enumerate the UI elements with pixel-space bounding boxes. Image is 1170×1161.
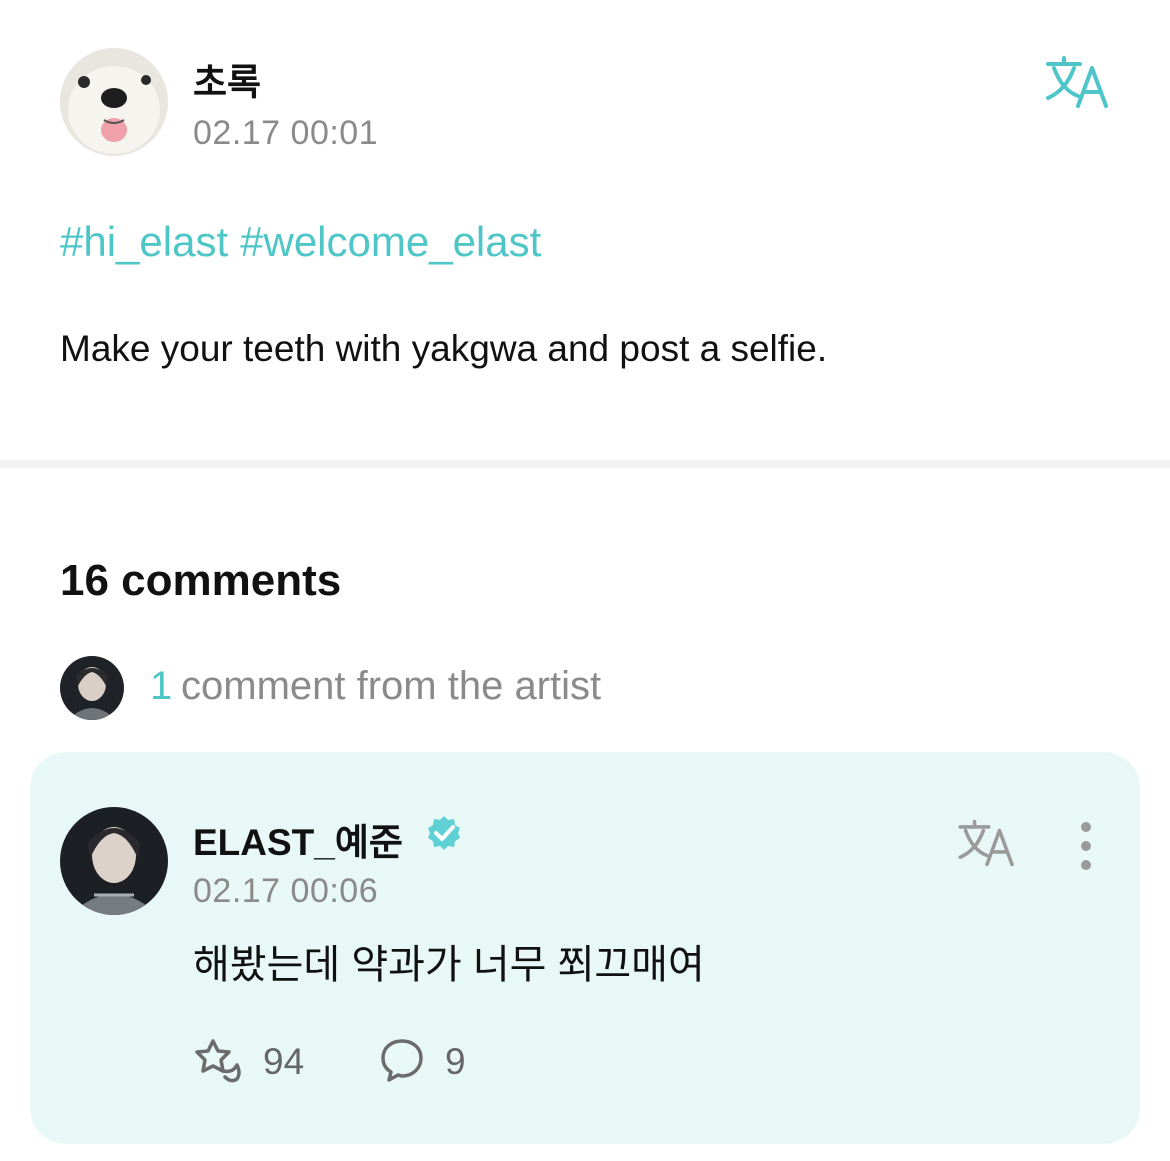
comments-count-title: 16 comments <box>60 556 342 605</box>
post-header: 초록 02.17 00:01 <box>60 48 1120 158</box>
cheer-icon <box>193 1037 245 1088</box>
artist-comment-count: 1 <box>150 664 173 708</box>
section-divider <box>0 460 1170 468</box>
artist-comment-label: comment from the artist <box>181 664 602 708</box>
hashtag-link[interactable]: #welcome_elast <box>240 218 541 265</box>
comment-translate-icon[interactable] <box>956 818 1018 868</box>
comment-text: 해봤는데 약과가 너무 쬐끄매여 <box>193 943 705 987</box>
more-vertical-icon[interactable] <box>1070 820 1100 872</box>
translate-icon[interactable] <box>1044 54 1112 110</box>
hashtag-link[interactable]: #hi_elast <box>60 218 228 265</box>
commenter-avatar[interactable] <box>60 807 168 915</box>
author-avatar[interactable] <box>60 48 168 156</box>
artist-comment-card: ELAST_예준 02.17 00:06 해봤는데 약과가 너무 쬐끄매여 94… <box>30 752 1140 1144</box>
commenter-name[interactable]: ELAST_예준 <box>193 812 403 866</box>
post-hashtags: #hi_elast #welcome_elast <box>60 218 553 266</box>
verified-badge-icon <box>425 814 463 857</box>
comment-timestamp: 02.17 00:06 <box>193 872 379 910</box>
post-body: Make your teeth with yakgwa and post a s… <box>60 328 828 369</box>
cheer-button[interactable]: 94 <box>193 1035 313 1085</box>
speech-bubble-icon <box>379 1037 425 1088</box>
post-author-name[interactable]: 초록 <box>193 52 261 106</box>
reply-count: 9 <box>445 1041 466 1082</box>
reply-button[interactable]: 9 <box>379 1035 479 1085</box>
artist-comments-link[interactable]: 1 comment from the artist <box>60 656 860 720</box>
cheer-count: 94 <box>263 1041 305 1082</box>
post-timestamp: 02.17 00:01 <box>193 114 379 152</box>
artist-mini-avatar <box>60 656 124 720</box>
comment-actions: 94 9 <box>193 1035 593 1085</box>
